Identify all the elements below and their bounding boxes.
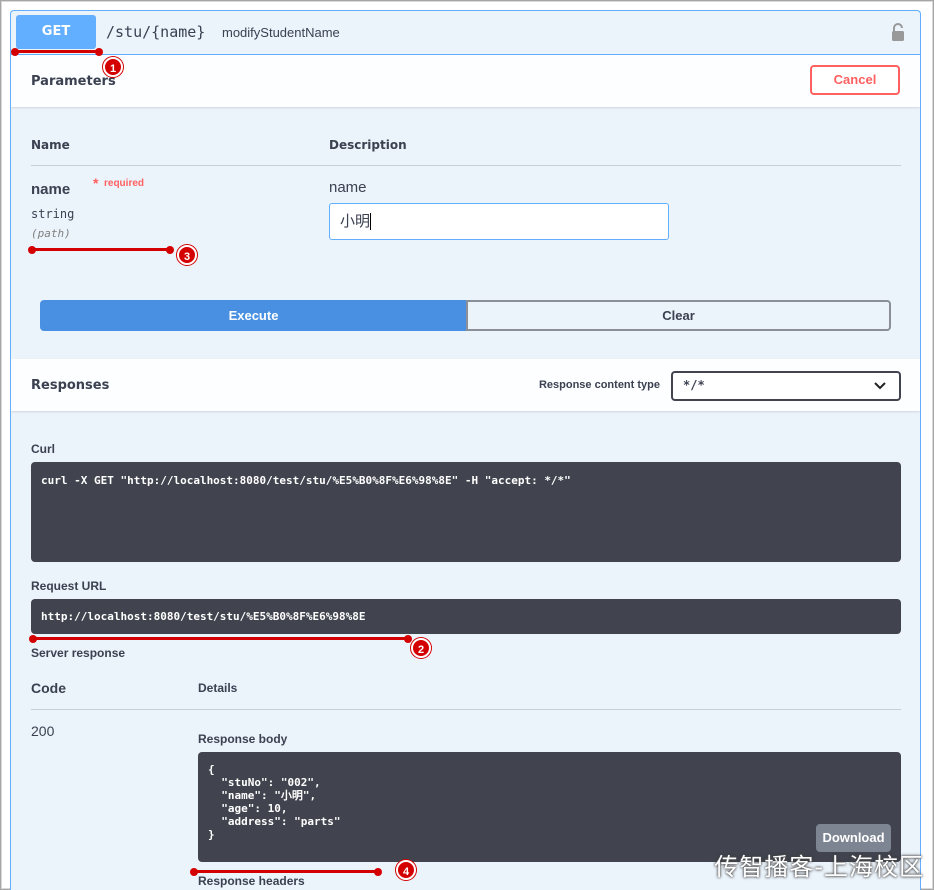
parameter-value-input[interactable]: 小明: [329, 203, 669, 240]
operation-summary[interactable]: GET /stu/{name} modifyStudentName: [11, 11, 920, 55]
operation-summary-text: modifyStudentName: [222, 25, 340, 40]
annotation-line: [14, 50, 100, 53]
watermark-text: 传智播客-上海校区: [714, 853, 924, 881]
request-url: http://localhost:8080/test/stu/%E5%B0%8F…: [41, 610, 366, 623]
annotation-line: [31, 248, 171, 251]
chevron-down-icon: [874, 382, 886, 390]
column-header-name: Name: [31, 138, 70, 152]
parameters-title: Parameters: [31, 74, 116, 89]
parameter-name-label: name: [31, 181, 71, 198]
server-response-label: Server response: [31, 646, 126, 660]
curl-command: curl -X GET "http://localhost:8080/test/…: [41, 474, 571, 487]
annotation-badge: 3: [177, 245, 197, 265]
http-method-badge: GET: [16, 15, 96, 49]
parameter-value-text: 小明: [340, 212, 371, 230]
response-body: { "stuNo": "002", "name": "小明", "age": 1…: [208, 763, 341, 841]
annotation-dot: [166, 246, 174, 254]
text-cursor: [370, 213, 372, 230]
execute-button[interactable]: Execute: [40, 300, 467, 331]
required-label: required: [104, 178, 145, 189]
annotation-dot: [95, 48, 103, 56]
parameter-type: string: [31, 207, 75, 221]
responses-title: Responses: [31, 378, 110, 393]
annotation-dot: [374, 868, 382, 876]
response-body-block[interactable]: { "stuNo": "002", "name": "小明", "age": 1…: [198, 752, 901, 862]
operation-path: /stu/{name}: [106, 23, 206, 41]
annotation-badge: 1: [103, 57, 123, 77]
annotation-badge: 2: [411, 638, 431, 658]
parameter-location: (path): [31, 227, 71, 240]
request-url-label: Request URL: [31, 579, 107, 593]
response-content-type-label: Response content type: [538, 379, 660, 391]
column-header-description: Description: [329, 138, 407, 152]
response-status-code: 200: [31, 723, 55, 739]
parameter-name: name * required: [31, 175, 144, 198]
curl-label: Curl: [31, 442, 55, 456]
parameter-description: name: [329, 179, 367, 196]
curl-block[interactable]: curl -X GET "http://localhost:8080/test/…: [31, 462, 901, 562]
annotation-line: [193, 870, 379, 873]
annotation-dot: [28, 246, 36, 254]
response-table-divider: [31, 709, 901, 710]
request-url-block[interactable]: http://localhost:8080/test/stu/%E5%B0%8F…: [31, 599, 901, 634]
parameters-header: Parameters Cancel: [11, 55, 920, 107]
annotation-line: [32, 637, 410, 640]
annotation-dot: [11, 48, 19, 56]
clear-button[interactable]: Clear: [466, 300, 891, 331]
annotation-badge: 4: [396, 860, 416, 880]
details-column-header: Details: [198, 681, 238, 695]
response-content-type-value: */*: [683, 378, 705, 392]
lock-icon[interactable]: [890, 22, 906, 42]
required-star: *: [93, 175, 99, 191]
cancel-button[interactable]: Cancel: [810, 65, 900, 95]
response-content-type-select[interactable]: */*: [671, 371, 901, 401]
annotation-dot: [29, 635, 37, 643]
annotation-dot: [404, 635, 412, 643]
response-body-label: Response body: [198, 732, 288, 746]
operation-block-get: GET /stu/{name} modifyStudentName Parame…: [10, 10, 921, 890]
annotation-dot: [190, 868, 198, 876]
table-divider: [31, 165, 901, 166]
response-headers-label: Response headers: [198, 874, 305, 888]
code-column-header: Code: [31, 680, 66, 696]
